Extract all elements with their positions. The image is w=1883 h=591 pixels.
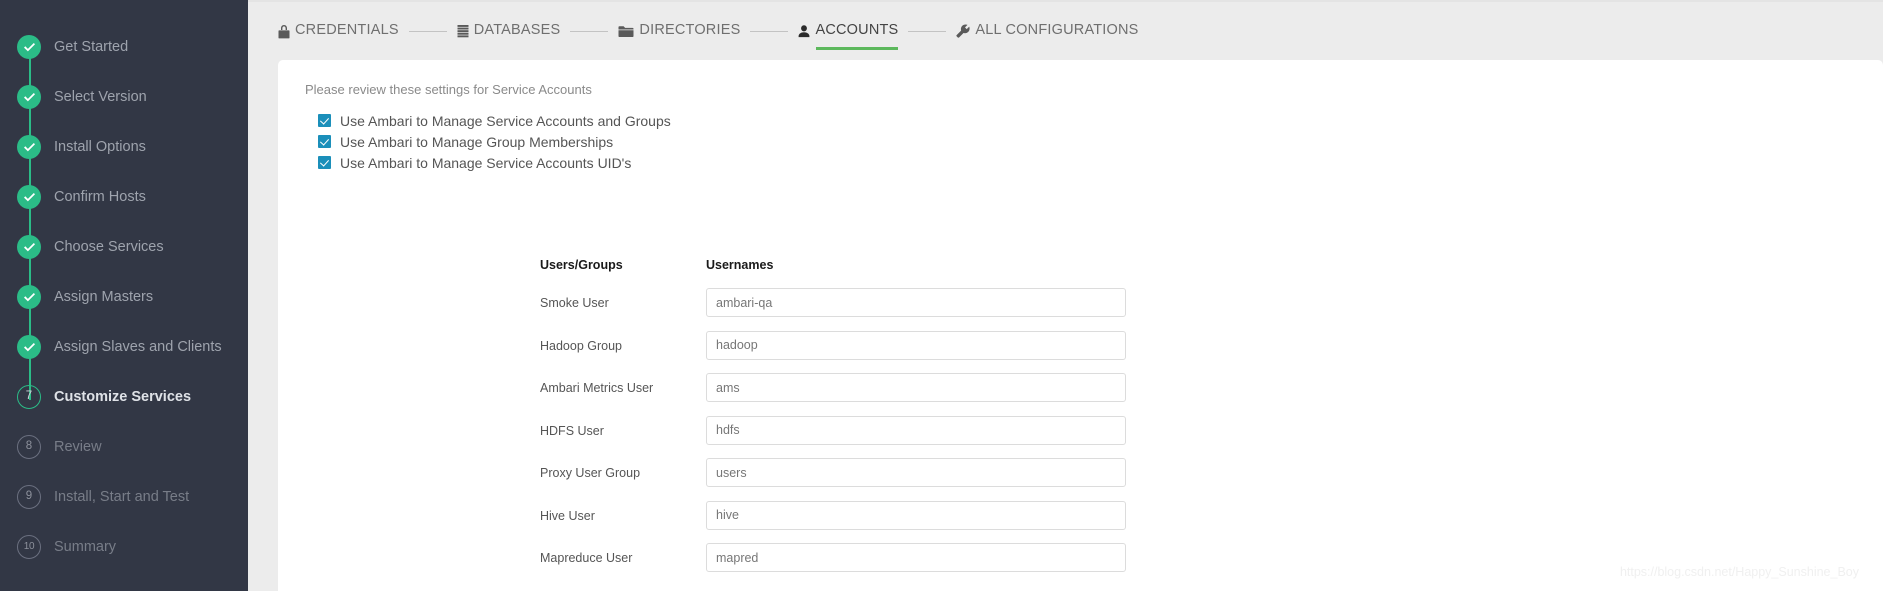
step-complete-check-icon: [17, 135, 41, 159]
account-row: Hive User: [278, 498, 1883, 541]
account-label: Ambari Metrics User: [540, 381, 654, 395]
watermark-text: https://blog.csdn.net/Happy_Sunshine_Boy: [1619, 565, 1859, 579]
tab-label: CREDENTIALS: [295, 21, 399, 38]
wizard-step-install-start-and-test: 9 Install, Start and Test: [0, 472, 248, 522]
step-complete-check-icon: [17, 235, 41, 259]
account-username-input[interactable]: [706, 288, 1126, 317]
wizard-step-list: Get Started Select Version Install Options…: [0, 22, 248, 572]
wizard-step-customize-services[interactable]: 7 Customize Services: [0, 372, 248, 422]
step-complete-check-icon: [17, 285, 41, 309]
step-label: Select Version: [54, 89, 147, 105]
wrench-icon: [956, 24, 971, 38]
wizard-sidebar: Get Started Select Version Install Options…: [0, 0, 248, 591]
lock-icon: [278, 24, 290, 39]
checkbox-label: Use Ambari to Manage Group Memberships: [340, 133, 614, 150]
step-number-badge: 9: [17, 485, 41, 509]
folder-icon: [618, 25, 634, 38]
account-label: Smoke User: [540, 296, 609, 310]
checkbox-checked-icon[interactable]: [318, 156, 331, 169]
checkbox-checked-icon[interactable]: [318, 135, 331, 148]
step-label: Assign Slaves and Clients: [54, 339, 222, 355]
accounts-settings-card: Please review these settings for Service…: [278, 60, 1883, 591]
wizard-step-get-started[interactable]: Get Started: [0, 22, 248, 100]
tab-label: ACCOUNTS: [815, 21, 899, 38]
install-wizard-page: Get Started Select Version Install Options…: [0, 0, 1883, 591]
wizard-step-review: 8 Review: [0, 422, 248, 472]
step-label: Install, Start and Test: [54, 489, 190, 505]
checkbox-label: Use Ambari to Manage Service Accounts an…: [340, 112, 671, 129]
checkbox-row[interactable]: Use Ambari to Manage Group Memberships: [318, 131, 671, 152]
column-header-users-groups: Users/Groups: [540, 258, 623, 272]
account-label: Hive User: [540, 508, 595, 523]
checkbox-row[interactable]: Use Ambari to Manage Service Accounts UI…: [318, 152, 671, 173]
account-row: Proxy User Group: [278, 455, 1883, 498]
step-complete-check-icon: [17, 35, 41, 59]
account-username-input[interactable]: [706, 373, 1126, 402]
user-icon: [798, 24, 810, 38]
account-username-input[interactable]: [706, 415, 1126, 445]
tab-label: ALL CONFIGURATIONS: [975, 21, 1139, 38]
wizard-step-summary: 10 Summary: [0, 522, 248, 572]
account-label: HDFS User: [540, 423, 604, 438]
tab-label: DIRECTORIES: [639, 21, 741, 38]
step-label: Review: [54, 439, 102, 455]
step-label: Choose Services: [54, 239, 164, 255]
account-username-input[interactable]: [706, 543, 1126, 572]
step-label: Get Started: [54, 39, 129, 55]
account-label: Proxy User Group: [540, 466, 641, 480]
service-accounts-table: Smoke User Hadoop Group Ambari Metrics Use…: [278, 285, 1883, 583]
account-username-input[interactable]: [706, 330, 1126, 360]
wizard-step-assign-masters[interactable]: Assign Masters: [0, 272, 248, 350]
step-complete-check-icon: [17, 335, 41, 359]
account-row: Hadoop Group: [278, 328, 1883, 371]
account-row: Smoke User: [278, 285, 1883, 328]
wizard-step-confirm-hosts[interactable]: Confirm Hosts: [0, 172, 248, 250]
step-label: Customize Services: [54, 389, 192, 405]
tab-databases[interactable]: DATABASES: [457, 12, 561, 50]
checkbox-label: Use Ambari to Manage Service Accounts UI…: [340, 154, 632, 171]
account-username-input[interactable]: [706, 500, 1126, 530]
wizard-step-assign-slaves-and-clients[interactable]: Assign Slaves and Clients: [0, 322, 248, 400]
tab-separator: [750, 30, 789, 32]
tab-separator: [908, 30, 947, 32]
tab-all-configurations[interactable]: ALL CONFIGURATIONS: [956, 12, 1138, 50]
column-header-usernames: Usernames: [706, 258, 774, 272]
step-label: Assign Masters: [54, 289, 154, 305]
tab-separator: [408, 30, 447, 32]
stack-icon: [457, 24, 469, 38]
step-number-badge: 8: [17, 435, 41, 459]
account-username-input[interactable]: [706, 458, 1126, 487]
account-row: HDFS User: [278, 413, 1883, 456]
config-tabbar: CREDENTIALS DATABASES DIRECTORIES ACCOUNTS A…: [248, 2, 1883, 60]
tab-separator: [570, 30, 609, 32]
checkbox-row[interactable]: Use Ambari to Manage Service Accounts an…: [318, 110, 671, 131]
step-number-badge: 7: [17, 385, 41, 409]
step-complete-check-icon: [17, 185, 41, 209]
account-row: Ambari Metrics User: [278, 370, 1883, 413]
step-number-badge: 10: [17, 535, 41, 559]
tab-active-underline: [816, 47, 899, 50]
tab-credentials[interactable]: CREDENTIALS: [278, 12, 399, 50]
tab-label: DATABASES: [473, 21, 561, 38]
account-label: Mapreduce User: [540, 551, 633, 565]
panel-intro-text: Please review these settings for Service…: [305, 82, 592, 97]
checkbox-checked-icon[interactable]: [318, 114, 331, 127]
ambari-manage-options: Use Ambari to Manage Service Accounts an…: [318, 110, 671, 173]
tab-accounts[interactable]: ACCOUNTS: [798, 12, 899, 50]
wizard-step-select-version[interactable]: Select Version: [0, 72, 248, 150]
tab-directories[interactable]: DIRECTORIES: [618, 12, 740, 50]
wizard-step-install-options[interactable]: Install Options: [0, 122, 248, 200]
step-complete-check-icon: [17, 85, 41, 109]
step-label: Confirm Hosts: [54, 189, 146, 205]
account-label: Hadoop Group: [540, 338, 623, 353]
content-area: CREDENTIALS DATABASES DIRECTORIES ACCOUNTS A…: [248, 2, 1883, 591]
step-label: Summary: [54, 539, 117, 555]
step-label: Install Options: [54, 139, 146, 155]
wizard-step-choose-services[interactable]: Choose Services: [0, 222, 248, 300]
